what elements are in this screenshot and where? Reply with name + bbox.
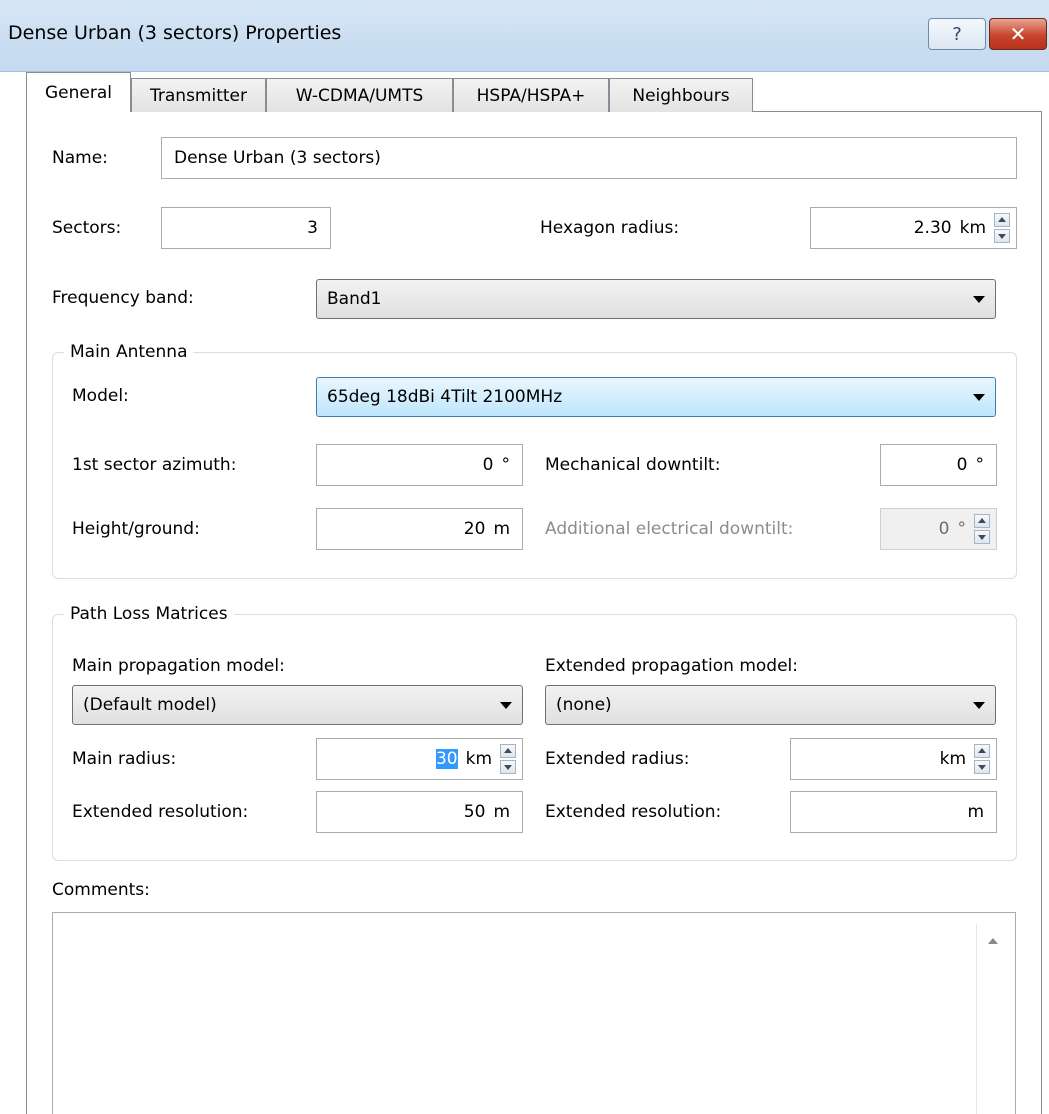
azimuth-field[interactable]: 0 °	[316, 444, 523, 486]
model-label: Model:	[72, 386, 129, 406]
electrical-downtilt-label: Additional electrical downtilt:	[545, 519, 794, 539]
main-resolution-label: Extended resolution:	[72, 802, 249, 822]
electrical-downtilt-field: 0 °	[880, 508, 997, 550]
help-button[interactable]: ?	[928, 18, 986, 50]
help-icon: ?	[952, 23, 962, 45]
tab-neighbours[interactable]: Neighbours	[609, 78, 753, 112]
name-field[interactable]: Dense Urban (3 sectors)	[161, 137, 1017, 179]
main-radius-unit: km	[465, 749, 492, 769]
extended-resolution-label: Extended resolution:	[545, 802, 722, 822]
mechanical-downtilt-value: 0	[956, 455, 968, 475]
main-radius-field[interactable]: 30 km	[316, 738, 523, 780]
frequency-band-label: Frequency band:	[52, 288, 194, 308]
scroll-up-icon[interactable]	[988, 938, 998, 944]
spin-up-icon[interactable]	[994, 213, 1010, 227]
chevron-down-icon	[500, 701, 512, 709]
hexagon-radius-unit: km	[959, 218, 986, 238]
close-button[interactable]: ✕	[989, 18, 1047, 50]
extended-radius-field[interactable]: km	[790, 738, 997, 780]
tab-transmitter[interactable]: Transmitter	[131, 78, 266, 112]
height-ground-field[interactable]: 20 m	[316, 508, 523, 550]
sectors-field[interactable]: 3	[161, 207, 331, 249]
mechanical-downtilt-label: Mechanical downtilt:	[545, 455, 721, 475]
tab-general[interactable]: General	[26, 72, 131, 112]
chevron-down-icon	[973, 393, 985, 401]
extended-radius-unit: km	[939, 749, 966, 769]
path-loss-legend: Path Loss Matrices	[64, 604, 234, 624]
hexagon-radius-label: Hexagon radius:	[540, 218, 680, 238]
spin-up-icon[interactable]	[500, 744, 516, 758]
azimuth-value: 0	[482, 455, 494, 475]
spin-down-icon[interactable]	[974, 760, 990, 774]
sectors-label: Sectors:	[52, 218, 122, 238]
hexagon-radius-value: 2.30	[913, 218, 952, 238]
azimuth-label: 1st sector azimuth:	[72, 455, 237, 475]
mechanical-downtilt-field[interactable]: 0 °	[880, 444, 997, 486]
main-radius-label: Main radius:	[72, 749, 177, 769]
height-ground-value: 20	[463, 519, 486, 539]
extended-radius-label: Extended radius:	[545, 749, 690, 769]
spin-down-icon[interactable]	[500, 760, 516, 774]
extended-propagation-model-label: Extended propagation model:	[545, 656, 798, 676]
main-radius-spinner[interactable]	[500, 744, 516, 774]
chevron-down-icon	[973, 295, 985, 303]
main-radius-value: 30	[435, 749, 458, 769]
spin-down-icon[interactable]	[994, 229, 1010, 243]
frequency-band-value: Band1	[327, 289, 382, 309]
hexagon-radius-spinner[interactable]	[994, 213, 1010, 243]
comments-label: Comments:	[52, 880, 150, 900]
spin-down-icon	[974, 530, 990, 544]
sectors-value: 3	[307, 218, 318, 238]
name-value: Dense Urban (3 sectors)	[174, 148, 381, 168]
antenna-model-select[interactable]: 65deg 18dBi 4Tilt 2100MHz	[316, 377, 996, 417]
window-title: Dense Urban (3 sectors) Properties	[8, 22, 342, 44]
main-propagation-model-label: Main propagation model:	[72, 656, 285, 676]
comments-textarea[interactable]	[52, 912, 1016, 1114]
azimuth-unit: °	[501, 455, 511, 475]
extended-resolution-unit: m	[967, 802, 984, 822]
close-icon: ✕	[1009, 22, 1027, 46]
main-resolution-unit: m	[493, 802, 510, 822]
main-resolution-field[interactable]: 50 m	[316, 791, 523, 833]
tab-wcdma-umts[interactable]: W-CDMA/UMTS	[266, 78, 453, 112]
spin-up-icon[interactable]	[974, 744, 990, 758]
main-propagation-model-select[interactable]: (Default model)	[72, 685, 523, 725]
extended-radius-spinner[interactable]	[974, 744, 990, 774]
antenna-model-value: 65deg 18dBi 4Tilt 2100MHz	[327, 387, 563, 407]
tab-hspa[interactable]: HSPA/HSPA+	[453, 78, 609, 112]
name-label: Name:	[52, 148, 108, 168]
electrical-downtilt-value: 0	[938, 519, 950, 539]
electrical-downtilt-spinner	[974, 514, 990, 544]
comments-scrollbar[interactable]	[976, 924, 1010, 1114]
extended-resolution-field[interactable]: m	[790, 791, 997, 833]
frequency-band-select[interactable]: Band1	[316, 279, 996, 319]
height-ground-unit: m	[493, 519, 510, 539]
extended-propagation-model-select[interactable]: (none)	[545, 685, 996, 725]
main-propagation-model-value: (Default model)	[83, 695, 217, 715]
chevron-down-icon	[973, 701, 985, 709]
hexagon-radius-field[interactable]: 2.30 km	[810, 207, 1017, 249]
extended-propagation-model-value: (none)	[556, 695, 612, 715]
electrical-downtilt-unit: °	[957, 519, 967, 539]
height-ground-label: Height/ground:	[72, 519, 200, 539]
mechanical-downtilt-unit: °	[975, 455, 985, 475]
main-antenna-legend: Main Antenna	[64, 342, 194, 362]
main-resolution-value: 50	[463, 802, 486, 822]
spin-up-icon	[974, 514, 990, 528]
